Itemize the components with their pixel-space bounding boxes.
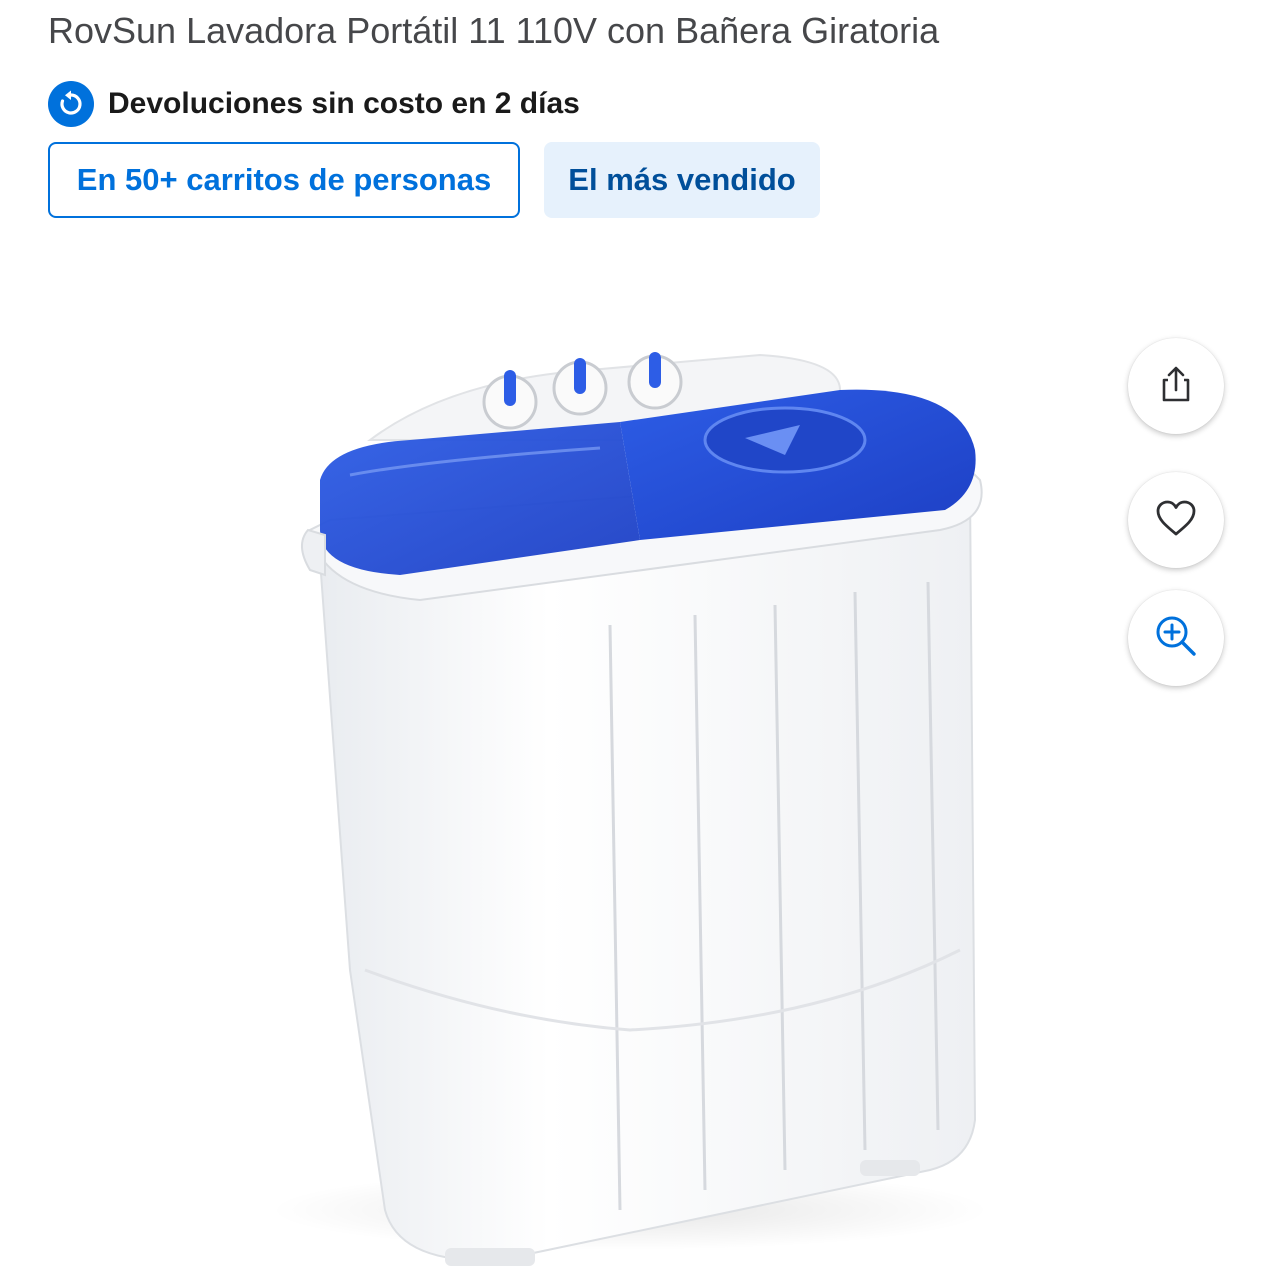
free-returns-text: Devoluciones sin costo en 2 días	[108, 87, 580, 120]
free-returns-banner: Devoluciones sin costo en 2 días	[48, 80, 580, 128]
zoom-in-icon	[1154, 614, 1198, 663]
share-button[interactable]	[1128, 338, 1224, 434]
best-seller-badge: El más vendido	[544, 142, 820, 218]
product-image[interactable]	[200, 330, 1100, 1270]
heart-icon	[1155, 499, 1197, 542]
share-icon	[1156, 364, 1196, 409]
product-title: RovSun Lavadora Portátil 11 110V con Bañ…	[48, 10, 940, 51]
in-carts-badge: En 50+ carritos de personas	[48, 142, 520, 218]
favorite-button[interactable]	[1128, 472, 1224, 568]
return-arrow-icon	[48, 81, 94, 127]
zoom-button[interactable]	[1128, 590, 1224, 686]
